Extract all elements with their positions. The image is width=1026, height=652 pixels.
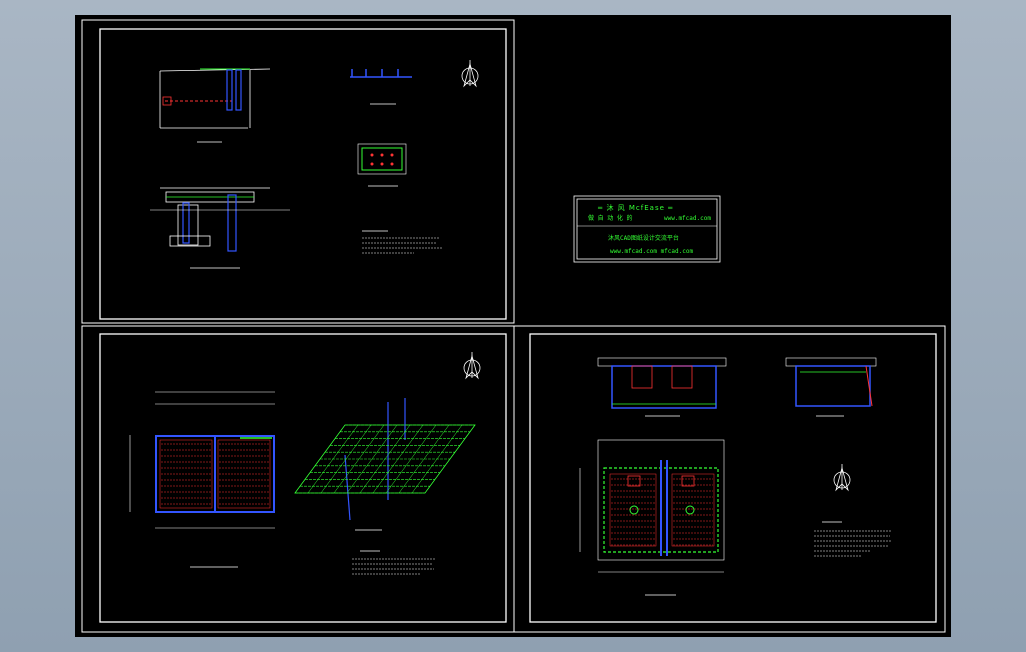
title-block-line3: 沐风CAD图纸设计交流平台 <box>608 234 679 242</box>
title-block-line2-left: 做 自 动 化 的 <box>588 214 632 222</box>
title-block-line4: www.mfcad.com mfcad.com <box>610 248 693 255</box>
title-block-brand: ═ 沐 风 McfEase ═ <box>597 203 673 212</box>
cad-viewport[interactable]: ═ 沐 风 McfEase ═ 做 自 动 化 的 www.mfcad.com … <box>0 0 1026 652</box>
title-block-line2-right: www.mfcad.com <box>664 215 711 222</box>
